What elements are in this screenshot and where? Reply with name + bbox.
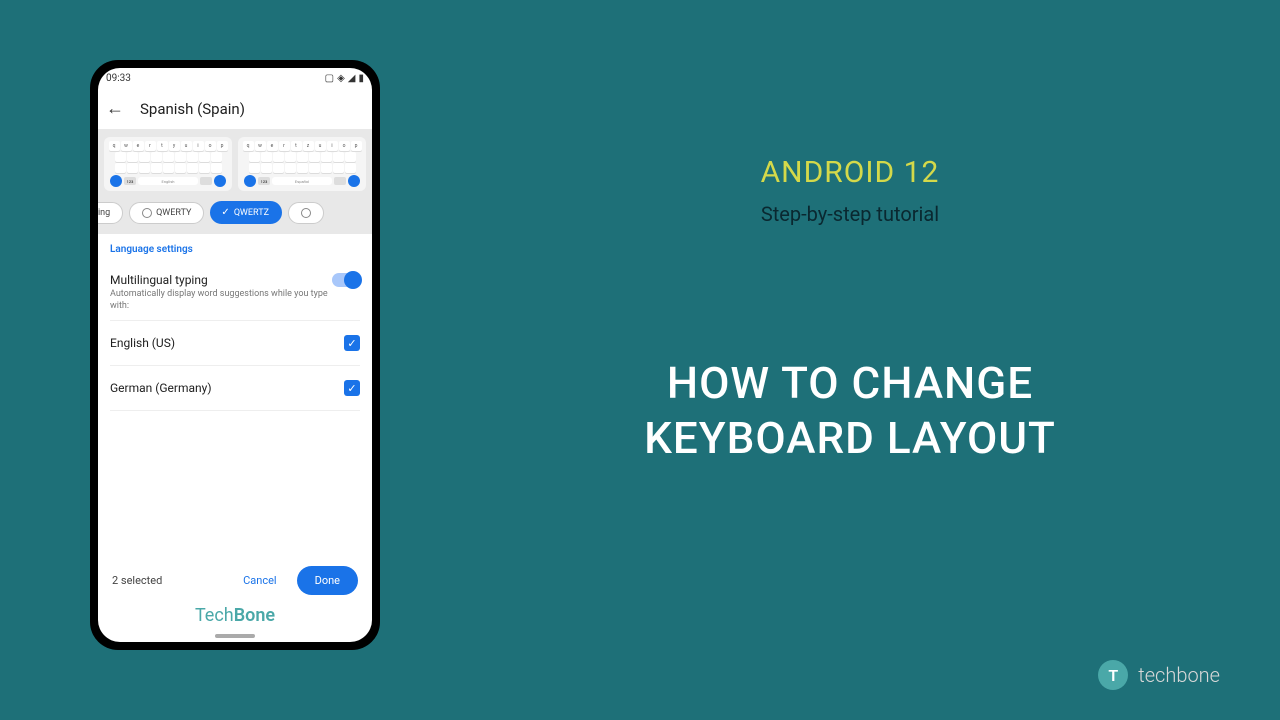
multilingual-typing-row[interactable]: Multilingual typing Automatically displa… xyxy=(110,265,360,321)
status-bar: 09:33 ▢ ◈ ◢ ▮ xyxy=(98,68,372,88)
phone-screen: 09:33 ▢ ◈ ◢ ▮ ← Spanish (Spain) qwertyui… xyxy=(98,68,372,642)
back-arrow-icon[interactable]: ← xyxy=(106,98,124,119)
wifi-icon: ◈ xyxy=(337,73,345,84)
language-name: English (US) xyxy=(110,336,175,350)
layout-chip-handwriting[interactable]: ting xyxy=(98,202,123,224)
status-time: 09:33 xyxy=(106,73,131,84)
language-row-german[interactable]: German (Germany) ✓ xyxy=(110,366,360,411)
radio-unchecked-icon xyxy=(301,208,311,218)
techbone-watermark: TechBone xyxy=(98,605,372,632)
checkbox-checked-icon[interactable]: ✓ xyxy=(344,335,360,351)
language-name: German (Germany) xyxy=(110,381,212,395)
checkbox-checked-icon[interactable]: ✓ xyxy=(344,380,360,396)
layout-chip-qwerty[interactable]: QWERTY xyxy=(129,202,204,224)
keyboard-preview-qwertz[interactable]: qwertzuiop 123 Español xyxy=(238,137,366,191)
section-label: Language settings xyxy=(110,244,360,255)
brand-logo-icon: T xyxy=(1098,660,1128,690)
phone-frame: 09:33 ▢ ◈ ◢ ▮ ← Spanish (Spain) qwertyui… xyxy=(90,60,380,650)
multilingual-title: Multilingual typing xyxy=(110,273,332,287)
layout-chip-row[interactable]: ting QWERTY ✓ QWERTZ xyxy=(98,195,372,224)
header-bar: ← Spanish (Spain) xyxy=(98,88,372,129)
radio-unchecked-icon xyxy=(142,208,152,218)
signal-icon: ◢ xyxy=(348,73,356,84)
battery-icon: ▮ xyxy=(358,73,364,84)
keyboard-preview-qwerty[interactable]: qwertyuiop 123 English xyxy=(104,137,232,191)
selected-count: 2 selected xyxy=(112,574,162,587)
bottom-action-bar: 2 selected Cancel Done xyxy=(98,556,372,605)
emoji-dot-icon xyxy=(244,175,256,187)
tutorial-main-title: HOW TO CHANGE KEYBOARD LAYOUT xyxy=(540,356,1160,466)
status-icons: ▢ ◈ ◢ ▮ xyxy=(325,73,364,84)
check-icon: ✓ xyxy=(221,207,229,218)
title-block: ANDROID 12 Step-by-step tutorial HOW TO … xyxy=(540,155,1160,466)
layout-chip-next[interactable] xyxy=(288,202,324,224)
tutorial-subtitle: Step-by-step tutorial xyxy=(540,202,1160,226)
language-row-english[interactable]: English (US) ✓ xyxy=(110,321,360,366)
multilingual-subtitle: Automatically display word suggestions w… xyxy=(110,289,332,312)
multilingual-toggle[interactable] xyxy=(332,273,360,287)
keyboard-preview: qwertyuiop 123 English xyxy=(98,129,372,234)
enter-dot-icon xyxy=(348,175,360,187)
brand-name: techbone xyxy=(1138,663,1220,687)
cast-icon: ▢ xyxy=(325,73,334,84)
layout-chip-qwertz[interactable]: ✓ QWERTZ xyxy=(210,201,282,224)
android-version-label: ANDROID 12 xyxy=(540,155,1160,190)
nav-pill-icon[interactable] xyxy=(215,634,255,638)
cancel-button[interactable]: Cancel xyxy=(233,566,286,595)
emoji-dot-icon xyxy=(110,175,122,187)
page-title: Spanish (Spain) xyxy=(140,100,245,118)
brand-footer: T techbone xyxy=(1098,660,1220,690)
enter-dot-icon xyxy=(214,175,226,187)
settings-content: Language settings Multilingual typing Au… xyxy=(98,234,372,556)
done-button[interactable]: Done xyxy=(297,566,358,595)
